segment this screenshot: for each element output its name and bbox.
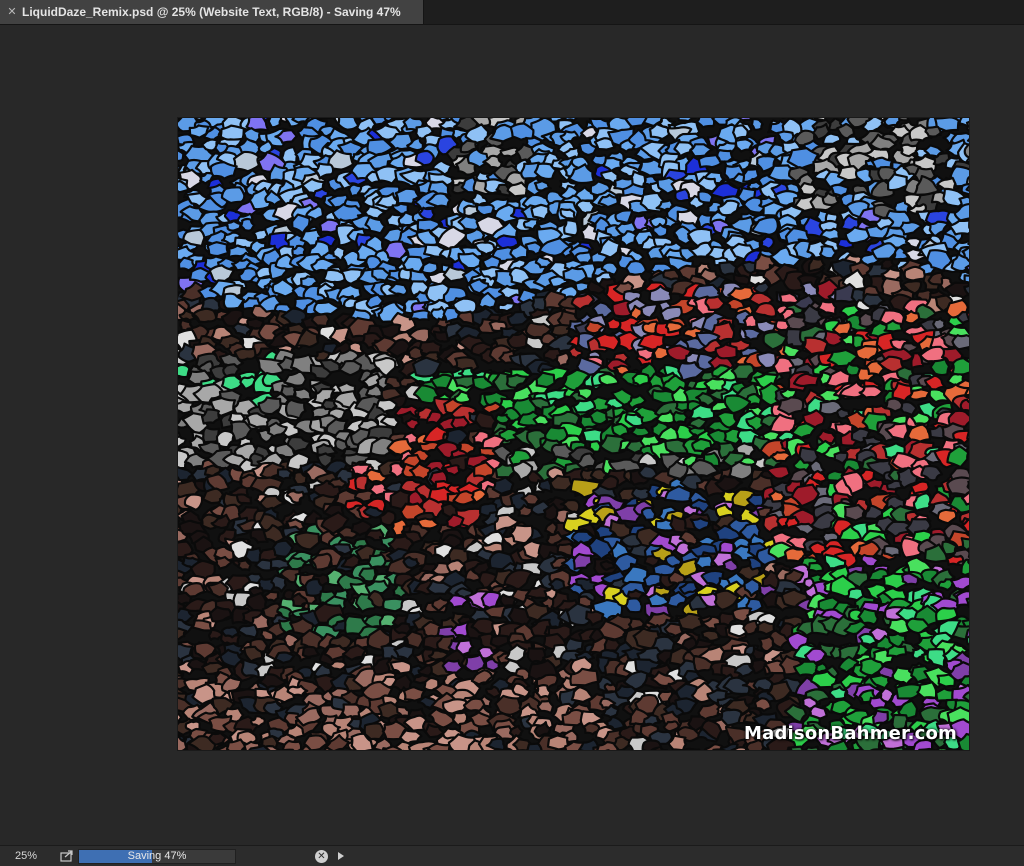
mosaic-tile (901, 402, 916, 415)
mosaic-tile (532, 205, 549, 220)
mosaic-tile (675, 189, 689, 201)
save-progress-bar: Saving 47% (78, 849, 236, 864)
mosaic-tile (537, 373, 555, 388)
document-canvas[interactable]: MadisonBahmer.com (178, 118, 969, 750)
mosaic-tile (564, 220, 578, 235)
mosaic-artwork (178, 118, 969, 750)
mosaic-tile (917, 682, 936, 698)
close-icon[interactable]: ✕ (6, 6, 18, 18)
mosaic-tile (339, 118, 359, 130)
mosaic-tile (910, 389, 930, 399)
mosaic-tile (595, 334, 619, 351)
mosaic-tile (845, 505, 865, 521)
mosaic-tile (538, 701, 553, 713)
mosaic-tile (752, 119, 763, 130)
mosaic-tile (684, 749, 700, 750)
mosaic-tile (355, 475, 367, 490)
mosaic-tile (557, 353, 569, 367)
mosaic-tile (408, 347, 423, 359)
play-icon[interactable] (334, 848, 348, 864)
mosaic-tile (410, 310, 429, 319)
mosaic-tile (235, 348, 256, 360)
mosaic-tile (719, 262, 736, 275)
mosaic-tile (885, 118, 900, 126)
mosaic-tile (416, 151, 434, 165)
mosaic-tile (595, 138, 615, 149)
mosaic-tile (551, 325, 571, 336)
mosaic-tile (234, 152, 259, 171)
mosaic-tile (820, 246, 836, 258)
mosaic-tile (631, 427, 650, 437)
cancel-save-icon[interactable]: ✕ (315, 850, 328, 863)
mosaic-tile (952, 335, 969, 349)
zoom-level[interactable]: 25% (0, 850, 48, 862)
save-progress-label: Saving 47% (79, 850, 235, 863)
mosaic-tile (452, 417, 469, 429)
document-tab-bar: ✕ LiquidDaze_Remix.psd @ 25% (Website Te… (0, 0, 1024, 25)
mosaic-tile (491, 636, 508, 647)
mosaic-tile (495, 696, 522, 715)
mosaic-tile (931, 359, 949, 375)
status-bar: 25% Saving 47% ✕ (0, 845, 1024, 866)
mosaic-tile (178, 365, 189, 377)
mosaic-tile (961, 400, 969, 412)
mosaic-tile (733, 125, 748, 139)
mosaic-tile (193, 620, 212, 630)
mosaic-tile (904, 311, 919, 323)
mosaic-tile (743, 621, 758, 634)
mosaic-tile (477, 205, 494, 216)
mosaic-tile (673, 412, 687, 423)
mosaic-tile (663, 270, 679, 280)
mosaic-tile (590, 410, 608, 424)
document-tab[interactable]: ✕ LiquidDaze_Remix.psd @ 25% (Website Te… (0, 0, 424, 24)
mosaic-tile (823, 134, 840, 144)
mosaic-tile (736, 139, 753, 151)
mosaic-tile (283, 741, 301, 750)
mosaic-tile (546, 390, 567, 400)
share-icon[interactable] (58, 848, 76, 864)
mosaic-tile (368, 554, 385, 567)
mosaic-tile (537, 685, 551, 697)
mosaic-tile (615, 210, 631, 223)
mosaic-tile (496, 415, 510, 424)
mosaic-tile (312, 314, 329, 326)
mosaic-tile (550, 476, 571, 491)
mosaic-tile (179, 258, 194, 271)
mosaic-tile (443, 699, 466, 713)
mosaic-tile (698, 191, 712, 202)
mosaic-tile (222, 187, 244, 203)
mosaic-tile (933, 318, 945, 330)
mosaic-tile (755, 698, 771, 711)
workspace: MadisonBahmer.com (0, 25, 1024, 845)
mosaic-tile (744, 315, 757, 328)
mosaic-tile (625, 598, 641, 612)
mosaic-tile (269, 118, 281, 127)
mosaic-tile (905, 267, 926, 281)
mosaic-tile (808, 563, 823, 572)
mosaic-tile (419, 208, 434, 220)
document-tab-title: LiquidDaze_Remix.psd @ 25% (Website Text… (22, 5, 401, 19)
mosaic-tile (884, 546, 900, 556)
mosaic-tile (208, 242, 229, 256)
watermark-text: MadisonBahmer.com (744, 723, 957, 744)
mosaic-tile (226, 221, 240, 231)
mosaic-tile (221, 126, 244, 140)
mosaic-tile (601, 561, 614, 570)
mosaic-tile (528, 648, 545, 662)
mosaic-tile (926, 127, 941, 137)
mosaic-tile (952, 358, 969, 374)
mosaic-tile (938, 675, 955, 687)
mosaic-tile (526, 242, 541, 254)
mosaic-tile (534, 415, 549, 425)
mosaic-tile (947, 478, 969, 496)
mosaic-tile (404, 557, 419, 568)
mosaic-tile (564, 268, 587, 283)
mosaic-tile (275, 653, 294, 663)
mosaic-tile (222, 627, 238, 637)
mosaic-tile (211, 162, 237, 178)
mosaic-tile (278, 469, 293, 479)
